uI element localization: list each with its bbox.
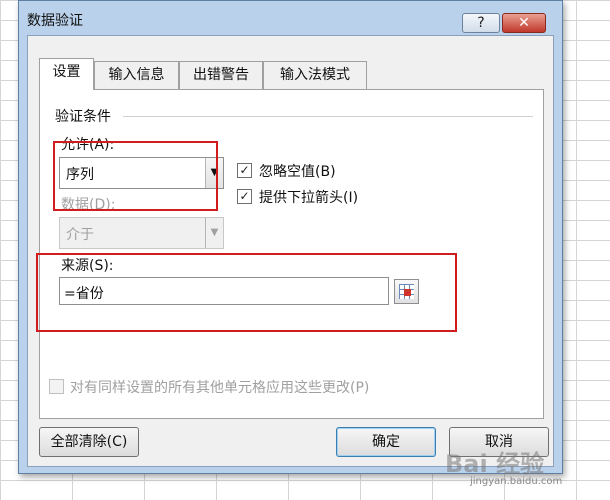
dialog-client-area: 设置 输入信息 出错警告 输入法模式 验证条件 允许(A): 序列 ▼ ✓ 忽略… [27,35,554,467]
allow-select-value: 序列 [66,167,94,183]
watermark-url: jingyan.baidu.com [470,476,563,487]
ignore-blank-checkbox[interactable]: ✓ [237,163,252,178]
dialog-title: 数据验证 [27,13,83,29]
chevron-down-icon[interactable]: ▼ [205,158,223,188]
title-bar[interactable]: 数据验证 ? ✕ [19,1,562,35]
allow-select[interactable]: 序列 ▼ [59,157,224,189]
group-divider [123,116,533,117]
chevron-down-icon: ▼ [205,218,223,248]
source-input[interactable]: =省份 [59,277,389,305]
source-label: 来源(S): [61,258,114,274]
tab-ime-mode[interactable]: 输入法模式 [263,61,367,89]
data-validation-dialog: 数据验证 ? ✕ 设置 输入信息 出错警告 输入法模式 验证条件 允许(A): … [18,0,563,474]
clear-all-button[interactable]: 全部清除(C) [39,427,139,457]
dropdown-arrow-label[interactable]: 提供下拉箭头(I) [259,187,358,207]
watermark-logo: Bai 经验 [445,450,545,478]
apply-all-checkbox [49,379,64,394]
ok-button[interactable]: 确定 [336,427,436,457]
tab-settings[interactable]: 设置 [39,58,94,90]
ignore-blank-label[interactable]: 忽略空值(B) [259,161,336,181]
data-label: 数据(D): [61,197,116,213]
apply-all-label: 对有同样设置的所有其他单元格应用这些更改(P) [70,380,370,396]
data-select: 介于 ▼ [59,217,224,249]
dropdown-arrow-checkbox[interactable]: ✓ [237,189,252,204]
close-button[interactable]: ✕ [502,13,546,33]
tab-error-alert[interactable]: 出错警告 [179,61,263,89]
tab-input-message[interactable]: 输入信息 [94,61,179,89]
allow-label: 允许(A): [61,137,115,153]
help-button[interactable]: ? [462,13,500,33]
source-input-value: =省份 [64,286,104,302]
data-select-value: 介于 [66,227,94,243]
validation-criteria-label: 验证条件 [55,109,111,125]
range-select-button[interactable] [394,279,419,304]
range-marker-icon [404,289,411,296]
settings-panel [39,89,544,419]
